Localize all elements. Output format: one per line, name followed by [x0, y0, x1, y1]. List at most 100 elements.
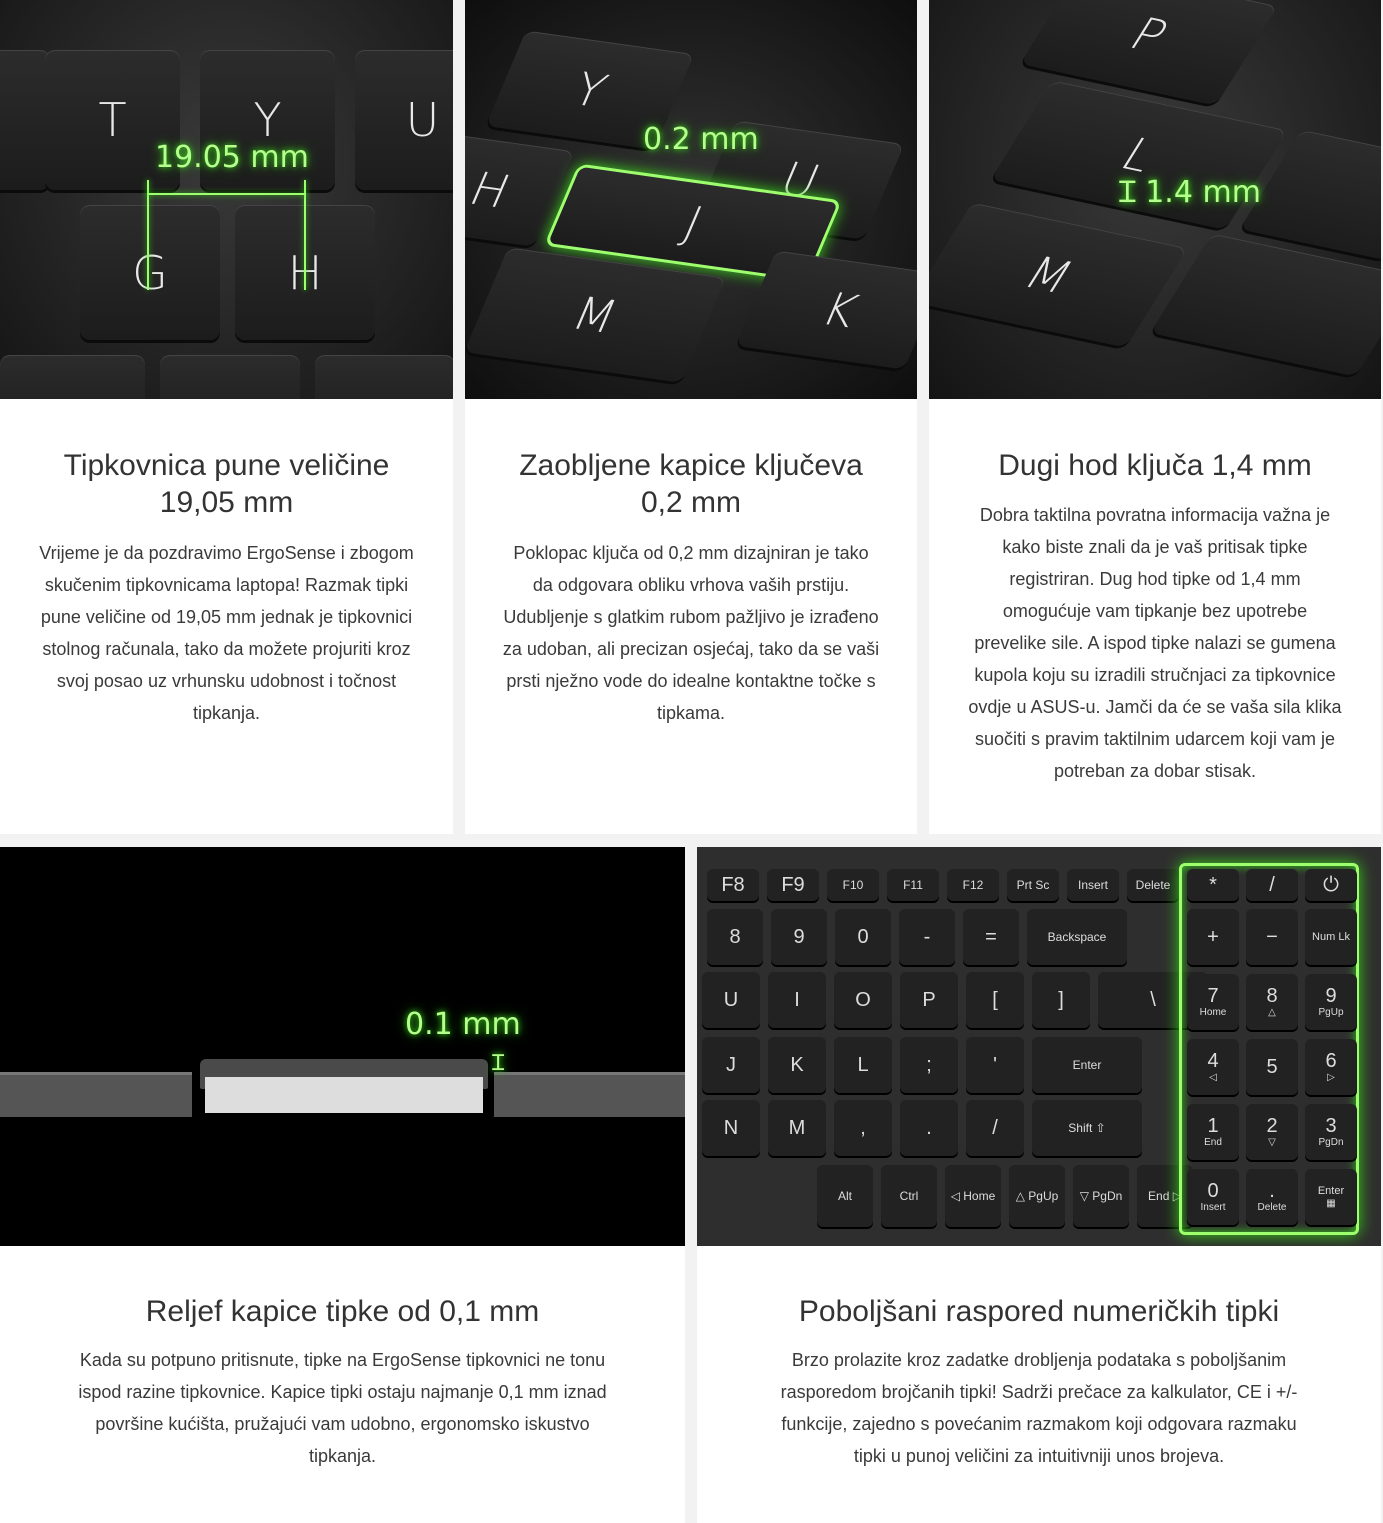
key-u: U — [355, 50, 453, 190]
key-sublabel: △ — [1268, 1007, 1276, 1018]
key-label: 8 — [1266, 985, 1278, 1007]
numpad-key: . Delete — [1246, 1169, 1298, 1225]
measurement-label: 0.2 mm — [643, 122, 759, 157]
key: ; — [900, 1037, 958, 1093]
key: J — [702, 1037, 760, 1093]
key: U — [702, 972, 760, 1028]
numpad-key: + — [1187, 909, 1239, 965]
numpad-key: − — [1246, 909, 1298, 965]
key: - — [899, 909, 955, 965]
key: [ — [966, 972, 1024, 1028]
key-sublabel: ▦ — [1326, 1197, 1336, 1209]
numpad-key: 1 End — [1187, 1104, 1239, 1160]
card-heading: Tipkovnica pune veličine 19,05 mm — [0, 447, 453, 521]
key: △ PgUp — [1009, 1165, 1065, 1227]
heading-line: Zaobljene kapice ključeva — [519, 449, 863, 482]
key-label: 9 — [1325, 985, 1337, 1007]
key: F8 — [707, 869, 759, 901]
card-heading: Poboljšani raspored numeričkih tipki — [798, 1295, 1280, 1328]
key: = — [963, 909, 1019, 965]
chassis-right — [494, 1072, 685, 1117]
feature-card-keycap-relief: 0.1 mm Ɪ Reljef kapice tipke od 0,1 mm K… — [0, 847, 685, 1523]
key: Ctrl — [881, 1165, 937, 1227]
key-sublabel: ▷ — [1327, 1072, 1335, 1083]
key-label: + — [1207, 926, 1219, 948]
card-heading: Zaobljene kapice ključeva 0,2 mm — [465, 447, 917, 521]
feature-card-keycap: Y H U J M K 0.2 mm Zaobljene kapice klju… — [465, 0, 917, 834]
key — [160, 355, 300, 399]
numpad-key: 0 Insert — [1187, 1169, 1239, 1225]
heading-line: 19,05 mm — [159, 486, 294, 519]
key-g: G — [80, 205, 220, 340]
measurement-label: Ɪ 1.4 mm — [1119, 170, 1261, 211]
travel-bracket-icon: Ɪ — [1119, 175, 1146, 210]
key-label: Enter — [1317, 1184, 1345, 1197]
card-heading: Dugi hod ključa 1,4 mm — [998, 449, 1312, 482]
key — [1150, 233, 1381, 377]
key: O — [834, 972, 892, 1028]
key-sublabel: Home — [1199, 1007, 1227, 1018]
key: M — [768, 1100, 826, 1156]
key-sublabel: Delete — [1257, 1202, 1287, 1213]
measurement-value: 1.4 mm — [1145, 175, 1261, 210]
key: I — [768, 972, 826, 1028]
key: 0 — [835, 909, 891, 965]
key-label: 0 — [1207, 1180, 1219, 1202]
key: P — [900, 972, 958, 1028]
chassis-left — [0, 1072, 192, 1117]
numpad-key: 8 △ — [1246, 974, 1298, 1030]
key: Enter — [1032, 1037, 1142, 1093]
numpad-key: / — [1246, 869, 1298, 901]
page: T Y U G H 19.05 mm Tipkovnica pune velič… — [0, 0, 1383, 1523]
key — [0, 50, 50, 190]
key-travel-image: P L M Ɪ 1.4 mm — [929, 0, 1381, 399]
key-sublabel: End — [1204, 1137, 1222, 1148]
numpad-key: 5 — [1246, 1039, 1298, 1095]
key-m: M — [465, 247, 727, 383]
numpad-key: * — [1187, 869, 1239, 901]
key-label: ⏻ — [1323, 874, 1339, 896]
numpad-key: Num Lk — [1305, 909, 1357, 965]
key-sublabel: Insert — [1200, 1202, 1226, 1213]
card-body: Vrijeme je da pozdravimo ErgoSense i zbo… — [39, 543, 414, 723]
key: / — [966, 1100, 1024, 1156]
key: Backspace — [1027, 909, 1127, 965]
numpad-key: 2 ▽ — [1246, 1104, 1298, 1160]
keycap-relief-image: 0.1 mm Ɪ — [0, 847, 685, 1246]
numpad-key: 6 ▷ — [1305, 1039, 1357, 1095]
key: 8 — [707, 909, 763, 965]
feature-card-key-travel: P L M Ɪ 1.4 mm Dugi hod ključa 1,4 mm Do… — [929, 0, 1381, 834]
key-label: − — [1266, 926, 1278, 948]
key-label: 3 — [1325, 1115, 1337, 1137]
key-sublabel: PgUp — [1318, 1007, 1344, 1018]
key-label: 2 — [1266, 1115, 1278, 1137]
key-label: 5 — [1266, 1056, 1278, 1078]
key: F12 — [947, 869, 999, 901]
card-body: Dobra taktilna povratna informacija važn… — [968, 505, 1342, 781]
key — [315, 355, 453, 399]
key-label: Num Lk — [1312, 930, 1350, 943]
key: ' — [966, 1037, 1024, 1093]
key: L — [834, 1037, 892, 1093]
key-label: 6 — [1325, 1050, 1337, 1072]
measurement-label: 19.05 mm — [155, 140, 309, 175]
key-label: 4 — [1207, 1050, 1219, 1072]
numpad-layout-image: F8 F9 F10 F11 F12 Prt Sc Insert Delete 8 9 0- = Back… — [697, 847, 1381, 1246]
heading-line: 0,2 mm — [640, 486, 742, 519]
measure-line — [304, 180, 306, 290]
key: F11 — [887, 869, 939, 901]
key-label: * — [1209, 874, 1217, 896]
key: Alt — [817, 1165, 873, 1227]
key: . — [900, 1100, 958, 1156]
key: ◁ Home — [945, 1165, 1001, 1227]
key-label: 7 — [1207, 985, 1219, 1007]
numpad-key: 4 ◁ — [1187, 1039, 1239, 1095]
keycap-curve-image: Y H U J M K 0.2 mm — [465, 0, 917, 399]
key: ] — [1032, 972, 1090, 1028]
key: Prt Sc — [1007, 869, 1059, 901]
card-heading: Reljef kapice tipke od 0,1 mm — [145, 1295, 540, 1328]
numpad-key: Enter ▦ — [1305, 1169, 1357, 1225]
numpad-key: ⏻ — [1305, 869, 1357, 901]
key-label: / — [1269, 874, 1275, 896]
key — [0, 355, 145, 399]
